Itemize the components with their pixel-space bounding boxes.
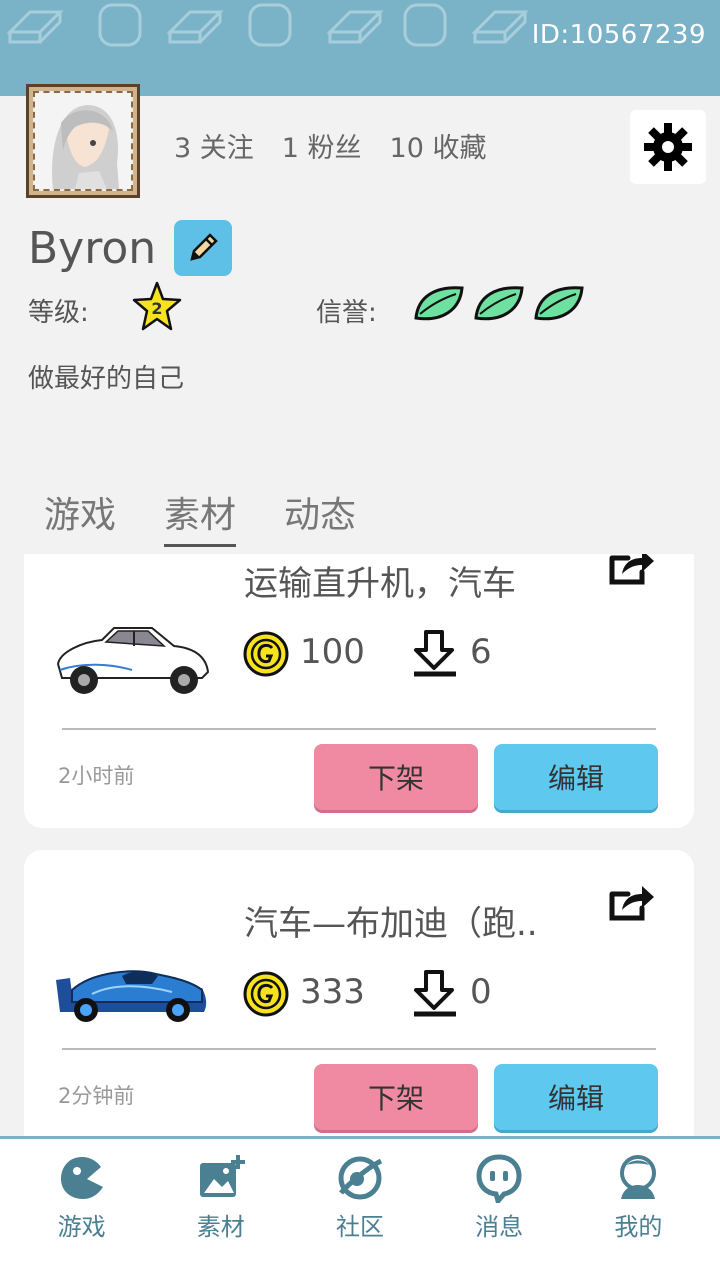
- image-add-icon: [199, 1155, 245, 1197]
- nav-label: 我的: [614, 1213, 663, 1241]
- item-title: 运输直升机，汽车: [244, 564, 516, 604]
- bio-text: 做最好的自己: [28, 364, 185, 394]
- username-row: Byron: [28, 220, 233, 276]
- item-title: 汽车—布加迪（跑..: [244, 904, 538, 944]
- level-value: 2: [151, 299, 162, 318]
- reputation-label: 信誉:: [316, 298, 377, 328]
- item-downloads: 6: [470, 632, 492, 672]
- leaf-icon: [534, 286, 584, 321]
- settings-button[interactable]: [630, 110, 706, 184]
- username: Byron: [28, 222, 157, 274]
- nav-label: 社区: [335, 1213, 384, 1241]
- unlist-button[interactable]: 下架: [314, 744, 478, 810]
- reputation-leaves: [412, 282, 586, 324]
- game-icon: [60, 1157, 103, 1199]
- unlist-button[interactable]: 下架: [314, 1064, 478, 1130]
- divider: [62, 728, 656, 730]
- pencil-icon: [190, 233, 218, 261]
- profile-section: 3 关注 1 粉丝 10 收藏 Byron 等级: 2 信誉: 做最好的自己 游…: [0, 84, 720, 566]
- download-icon: [414, 970, 456, 1017]
- edit-button[interactable]: 编辑: [494, 1064, 658, 1130]
- bottom-nav: 游戏 素材 社区 消息 我的: [0, 1136, 720, 1280]
- tab-materials[interactable]: 素材: [164, 486, 237, 547]
- tab-games[interactable]: 游戏: [44, 486, 116, 547]
- coin-icon: [243, 631, 289, 677]
- list-item[interactable]: 运输直升机，汽车 100 6 2小时前 下架 编辑: [24, 554, 694, 828]
- coin-icon: [243, 971, 289, 1017]
- white-car-thumbnail: [56, 627, 210, 694]
- chat-bubble-icon: [476, 1154, 522, 1203]
- planet-icon: [338, 1156, 383, 1200]
- nav-item-profile[interactable]: 我的: [578, 1153, 698, 1280]
- level-star-icon: 2: [132, 281, 182, 331]
- download-icon: [414, 630, 456, 677]
- favorites-count[interactable]: 10 收藏: [390, 126, 487, 165]
- nav-item-games[interactable]: 游戏: [22, 1153, 142, 1280]
- blue-sports-car-thumbnail: [56, 970, 207, 1022]
- item-time: 2小时前: [58, 764, 135, 788]
- nav-label: 消息: [475, 1213, 524, 1241]
- gear-icon: [644, 123, 692, 171]
- nav-item-community[interactable]: 社区: [300, 1153, 420, 1280]
- list-item[interactable]: 汽车—布加迪（跑.. 333 0 2分钟前 下架 编辑: [24, 850, 694, 1136]
- avatar[interactable]: [26, 84, 140, 198]
- nav-item-materials[interactable]: 素材: [161, 1153, 281, 1280]
- user-id-text: ID:10567239: [531, 20, 706, 50]
- avatar-portrait-icon: [35, 93, 131, 189]
- profile-stats: 3 关注 1 粉丝 10 收藏: [174, 126, 486, 165]
- profile-icon: [620, 1155, 657, 1199]
- material-list: 运输直升机，汽车 100 6 2小时前 下架 编辑 汽车—布加迪（跑.. 333…: [0, 554, 720, 1136]
- edit-profile-button[interactable]: [174, 220, 233, 276]
- nav-item-messages[interactable]: 消息: [439, 1153, 559, 1280]
- edit-button[interactable]: 编辑: [494, 744, 658, 810]
- level-label: 等级:: [28, 298, 89, 328]
- following-count[interactable]: 3 关注: [174, 126, 254, 165]
- leaf-icon: [474, 286, 524, 321]
- nav-label: 游戏: [57, 1213, 106, 1241]
- leaf-icon: [414, 286, 464, 321]
- item-price: 100: [300, 632, 365, 672]
- followers-count[interactable]: 1 粉丝: [282, 126, 362, 165]
- nav-label: 素材: [196, 1213, 245, 1241]
- meta-row: 等级: 2 信誉:: [28, 281, 708, 334]
- content-tabs: 游戏 素材 动态: [44, 486, 356, 547]
- tab-activity[interactable]: 动态: [284, 486, 356, 547]
- header-bar: ID:10567239: [0, 0, 720, 96]
- item-downloads: 0: [470, 972, 492, 1012]
- item-price: 333: [300, 972, 365, 1012]
- share-icon[interactable]: [606, 554, 656, 588]
- divider: [62, 1048, 656, 1050]
- item-time: 2分钟前: [58, 1084, 135, 1108]
- share-icon[interactable]: [606, 880, 656, 924]
